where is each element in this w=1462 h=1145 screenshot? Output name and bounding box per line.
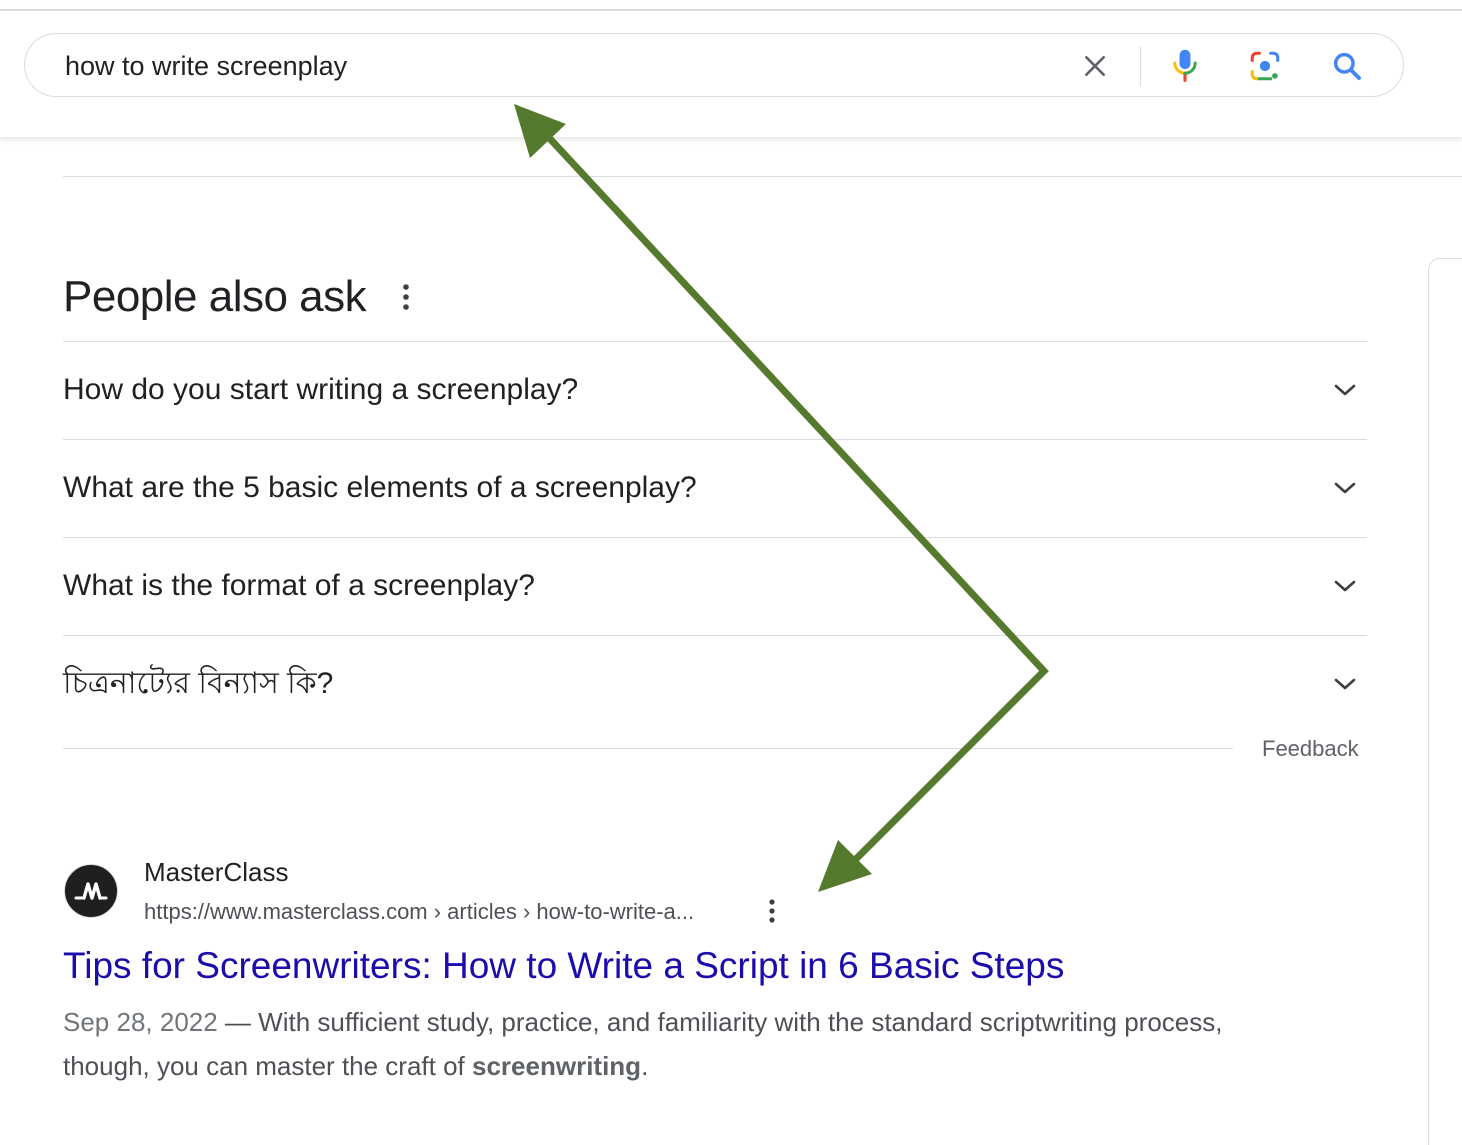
paa-question-item[interactable]: চিত্রনাট্যের বিন্যাস কি?: [63, 635, 1367, 733]
chevron-down-icon: [1334, 384, 1356, 396]
result-date: Sep 28, 2022: [63, 1007, 218, 1037]
search-results-page: how to write screenplay People also ask …: [0, 0, 1462, 1145]
paa-question-text: What are the 5 basic elements of a scree…: [63, 471, 697, 504]
search-box[interactable]: how to write screenplay: [24, 33, 1404, 97]
result-menu-button[interactable]: [758, 894, 786, 928]
paa-question-text: চিত্রনাট্যের বিন্যাস কি?: [63, 667, 334, 700]
paa-expand: [1331, 572, 1359, 600]
masterclass-logo-mark: [74, 882, 108, 900]
microphone-icon: [1173, 49, 1197, 82]
paa-question-item[interactable]: What is the format of a screenplay?: [63, 537, 1367, 635]
image-search-button[interactable]: [1245, 46, 1285, 86]
side-panel-edge: [1428, 258, 1462, 1145]
camera-lens-icon: [1250, 51, 1280, 81]
header-divider: [63, 176, 1462, 177]
search-icon: [1333, 52, 1361, 80]
feedback-link[interactable]: Feedback: [1262, 735, 1359, 763]
paa-question-text: How do you start writing a screenplay?: [63, 373, 579, 406]
people-also-ask-heading: People also ask: [63, 272, 367, 321]
paa-question-item[interactable]: How do you start writing a screenplay?: [63, 341, 1367, 439]
search-input[interactable]: how to write screenplay: [65, 50, 347, 82]
result-site-name[interactable]: MasterClass: [144, 856, 288, 888]
result-snippet-end: .: [641, 1051, 649, 1081]
voice-search-button[interactable]: [1165, 46, 1205, 86]
close-icon: [1085, 56, 1105, 76]
paa-expand: [1331, 376, 1359, 404]
chevron-down-icon: [1334, 678, 1356, 690]
result-title-link[interactable]: Tips for Screenwriters: How to Write a S…: [63, 942, 1064, 990]
more-vertical-icon: [769, 899, 775, 923]
chevron-down-icon: [1334, 482, 1356, 494]
masterclass-logo-icon[interactable]: [64, 864, 118, 918]
result-snippet-highlight: screenwriting: [472, 1051, 642, 1081]
paa-question-text: What is the format of a screenplay?: [63, 569, 535, 602]
search-button[interactable]: [1327, 46, 1367, 86]
paa-question-item[interactable]: What are the 5 basic elements of a scree…: [63, 439, 1367, 537]
search-divider: [1140, 46, 1141, 86]
paa-expand: [1331, 474, 1359, 502]
annotation-arrowhead-bottom: [818, 840, 872, 892]
clear-button[interactable]: [1075, 46, 1115, 86]
result-snippet: Sep 28, 2022 — With sufficient study, pr…: [63, 1000, 1223, 1088]
result-url[interactable]: https://www.masterclass.com › articles ›…: [144, 898, 694, 926]
paa-expand: [1331, 670, 1359, 698]
more-vertical-icon: [403, 284, 409, 310]
chevron-down-icon: [1334, 580, 1356, 592]
feedback-divider: [63, 748, 1233, 749]
people-also-ask-menu-button[interactable]: [392, 280, 420, 314]
people-also-ask-list: How do you start writing a screenplay? W…: [63, 341, 1367, 733]
